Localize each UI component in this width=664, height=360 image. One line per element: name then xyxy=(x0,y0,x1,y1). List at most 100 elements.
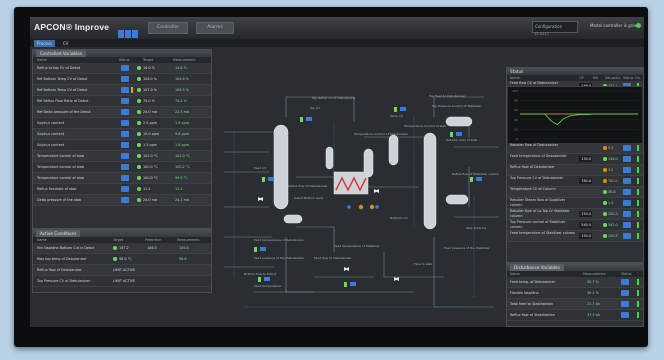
variable-name: Temperature control of stab xyxy=(37,176,85,180)
y-tick-label: 20 xyxy=(514,127,518,131)
status-toggle[interactable] xyxy=(121,109,129,115)
status-indicator-icon xyxy=(603,223,607,227)
mv-list: Reboiler flow of Debutanizer 0.3 Feed temp… xyxy=(507,143,643,242)
table-row[interactable]: Total feed to Stabilization 21.7 t/h xyxy=(507,299,643,310)
status-indicator-icon xyxy=(603,157,607,161)
status-indicator-icon xyxy=(603,201,607,205)
mode-toggle[interactable] xyxy=(623,145,631,151)
status-toggle[interactable] xyxy=(121,186,129,192)
table-row[interactable]: Temperature control of stab 100.0 °C 100.2… xyxy=(33,162,211,173)
table-row[interactable]: Feed temp. of Debutanizer 30.7 % xyxy=(507,277,643,288)
table-row[interactable]: Reboiler flow of Lo-Top LV Stabilizer co… xyxy=(507,209,643,220)
target-value: 10.0 ppm xyxy=(143,132,160,136)
table-row[interactable]: Min Naphtha Bottom Cut in Debut 147.2 146.… xyxy=(33,243,211,254)
status-toggle[interactable] xyxy=(121,120,129,126)
op-value[interactable]: 540.0 xyxy=(579,222,592,228)
status-indicator-icon xyxy=(603,190,607,194)
mode-toggle[interactable] xyxy=(623,233,631,239)
tab-bar: Process CV xyxy=(30,39,644,47)
process-label: Feed pressure of the Stabilizer xyxy=(444,246,490,250)
target-value: 98.0 °C xyxy=(119,257,132,261)
variable-name: Top Pressure control of Stabilizer colum… xyxy=(510,220,566,229)
status-toggle[interactable] xyxy=(121,76,129,82)
table-row[interactable]: Top Pressure control of Stabilizer colum… xyxy=(507,220,643,231)
status-toggle[interactable] xyxy=(121,65,129,71)
op-value[interactable]: 780.0 xyxy=(579,178,592,184)
variable-name: Temperature control of stab xyxy=(37,165,85,169)
table-row[interactable]: Ref Reflux Flow Ratio of Debut 75.0 % 74.2… xyxy=(33,96,211,107)
process-label: Debut Bottom level xyxy=(294,196,324,200)
table-row[interactable]: Top Pressure CV of Debutanizer 780.0 780.0 xyxy=(507,176,643,187)
table-row[interactable]: Ref Delta pressure of the Debut 24.0 mb 22… xyxy=(33,107,211,118)
mode-toggle[interactable] xyxy=(623,200,631,206)
status-indicator-icon xyxy=(137,165,141,169)
tab-cv[interactable]: CV xyxy=(60,40,72,47)
table-row[interactable]: Sulphur content 2.0 ppm 1.9 ppm xyxy=(33,118,211,129)
status-toggle[interactable] xyxy=(121,175,129,181)
table-row[interactable]: Reflux Feedrate of stab 11.2 11.3 xyxy=(33,184,211,195)
status-toggle[interactable] xyxy=(121,87,129,93)
table-row[interactable]: Ref Bottom Temp CV of Debut 107.0 % 106.5 … xyxy=(33,85,211,96)
op-value[interactable]: 150.0 xyxy=(579,233,592,239)
process-label: Flow to stab xyxy=(414,262,433,266)
mode-toggle[interactable] xyxy=(623,222,631,228)
table-row[interactable]: Top Pressure CV of Debutanizer LIMIT ACTI… xyxy=(33,276,211,287)
process-label: Temperature Control of Debutanizer xyxy=(354,132,408,136)
table-row[interactable]: Sulphur content 10.0 ppm 9.8 ppm xyxy=(33,129,211,140)
mode-toggle[interactable] xyxy=(623,178,631,184)
table-row[interactable]: Ref Bottom Temp CV of Debut 106.0 % 106.8 … xyxy=(33,74,211,85)
op-value[interactable]: 150.0 xyxy=(579,211,592,217)
disturbance-variables-panel: Disturbance Variables Name Measurement S… xyxy=(506,263,644,327)
status-indicator-icon xyxy=(137,88,141,92)
status-toggle[interactable] xyxy=(621,301,629,307)
active-conditions-tab[interactable]: Active Conditions xyxy=(36,230,81,237)
mode-toggle[interactable] xyxy=(623,167,631,173)
table-row[interactable]: Feed temperature of Stabilizer column 150… xyxy=(507,231,643,242)
alarms-button[interactable]: Alarms xyxy=(196,22,234,34)
status-toggle[interactable] xyxy=(621,312,629,318)
table-row[interactable]: Temperature CV of Column 30.8 xyxy=(507,187,643,198)
table-row[interactable]: Sulphur content 1.5 ppm 1.8 ppm xyxy=(33,140,211,151)
table-row[interactable]: Reflux flow of Debutanizer 3.0 xyxy=(507,165,643,176)
table-row[interactable]: Feed temperature of Debutanizer 130.0 136.… xyxy=(507,154,643,165)
status-toggle[interactable] xyxy=(621,290,629,296)
table-row[interactable]: Temperature control of stab 100.0 °C 99.0 … xyxy=(33,173,211,184)
table-row[interactable]: Temperature control of stab 102.0 °C 102.0… xyxy=(33,151,211,162)
mode-toggle[interactable] xyxy=(623,189,631,195)
process-label: Bottom flow to Debut xyxy=(244,272,277,276)
mode-toggle[interactable] xyxy=(623,211,631,217)
mode-toggle[interactable] xyxy=(623,156,631,162)
table-row[interactable]: Reflux flow of Stabilization 37.3 t/h xyxy=(507,310,643,321)
table-row[interactable]: Reflux to top CV of Debut 16.0 % 14.8 % xyxy=(33,63,211,74)
table-row[interactable]: Reboiler flow of Debutanizer 0.3 xyxy=(507,143,643,154)
on-indicator-icon xyxy=(637,222,639,228)
measurement-value: 74.2 % xyxy=(175,99,187,103)
tab-process[interactable]: Process xyxy=(34,40,56,47)
status-toggle[interactable] xyxy=(121,153,129,159)
status-toggle[interactable] xyxy=(121,197,129,203)
app-title: APCON® Improve xyxy=(34,22,110,32)
variable-name: Reboiler flow of Debutanizer xyxy=(510,143,559,147)
process-label: Reflux flow of Stabilizer column xyxy=(452,172,500,176)
process-label: Top Pressure Control of Stabilizer xyxy=(432,104,482,108)
status-toggle[interactable] xyxy=(121,131,129,137)
target-value: 147.2 xyxy=(119,246,129,250)
table-row[interactable]: Flexible Naphtha 30.1 % xyxy=(507,288,643,299)
status-toggle[interactable] xyxy=(121,98,129,104)
table-row[interactable]: Delta pressure of the stab 24.0 mb 24.1 mb xyxy=(33,195,211,206)
table-row[interactable]: Reboiler Steam flow of Stabilizer column… xyxy=(507,198,643,209)
process-label: Feed flow to Debutanizer xyxy=(314,256,352,260)
process-label: Feed CV xyxy=(254,166,267,170)
variable-name: Sulphur content xyxy=(37,143,65,147)
status-toggle[interactable] xyxy=(121,164,129,170)
variable-name: Reboiler Steam flow of Stabilizer column xyxy=(510,198,566,207)
table-row[interactable]: Max top temp of Debutanizer 98.0 °C 98.6 xyxy=(33,254,211,265)
on-indicator-icon xyxy=(637,233,639,239)
controller-button[interactable]: Controller xyxy=(148,22,188,34)
op-value[interactable]: 130.0 xyxy=(579,156,592,162)
controller-status: Model controller is green xyxy=(590,23,640,28)
status-toggle[interactable] xyxy=(121,142,129,148)
status-toggle[interactable] xyxy=(621,279,629,285)
table-row[interactable]: Reflux flow of Debutanizer LIMIT ACTIVE xyxy=(33,265,211,276)
panel-header: Disturbance Variables xyxy=(507,264,643,271)
